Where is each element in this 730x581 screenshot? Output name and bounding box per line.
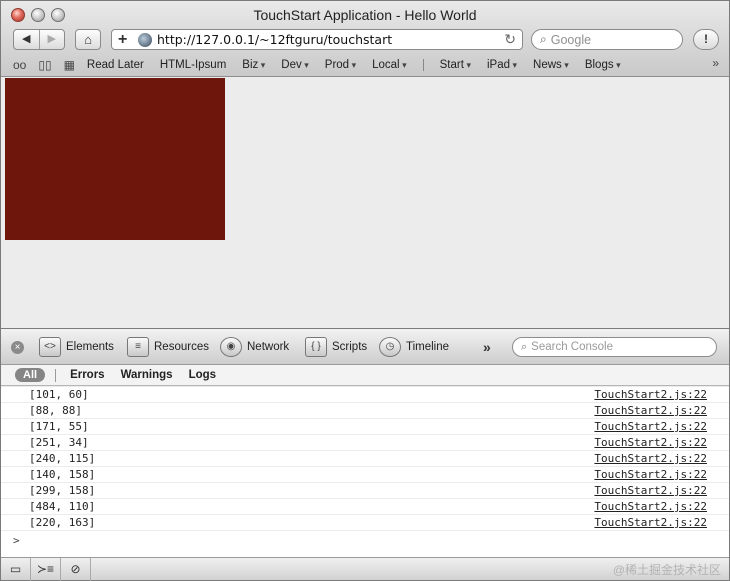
timeline-icon: ◷	[379, 337, 401, 357]
back-arrow-icon[interactable]: ◀	[14, 30, 39, 49]
console-source-link[interactable]: TouchStart2.js:22	[594, 420, 707, 433]
report-bug-button[interactable]: !	[693, 29, 719, 50]
plus-icon[interactable]: +	[118, 31, 138, 49]
bookmark-folder-news[interactable]: News	[533, 59, 569, 71]
tab-network-label: Network	[247, 341, 290, 353]
tab-resources-label: Resources	[154, 341, 209, 353]
console-row: [484, 110] TouchStart2.js:22	[1, 499, 729, 515]
tab-elements-label: Elements	[66, 341, 114, 353]
console-message: [240, 115]	[29, 452, 96, 465]
console-message: [101, 60]	[29, 388, 89, 401]
filter-all[interactable]: All	[15, 368, 46, 382]
console-row: [101, 60] TouchStart2.js:22	[1, 387, 729, 403]
top-sites-grid-icon[interactable]: ▦	[64, 58, 75, 72]
tab-timeline[interactable]: ◷ Timeline	[379, 335, 449, 359]
prompt-chevron-icon: >	[13, 533, 20, 547]
search-icon: ⌕	[521, 340, 528, 353]
tab-resources[interactable]: ≡ Resources	[127, 335, 209, 359]
inspector-status-bar: ▭ ≻≡ ⊘ @稀土掘金技术社区	[1, 557, 729, 581]
console-source-link[interactable]: TouchStart2.js:22	[594, 388, 707, 401]
console-message: [251, 34]	[29, 436, 89, 449]
bookmark-folder-start[interactable]: Start	[440, 59, 471, 71]
window-title: TouchStart Application - Hello World	[253, 7, 477, 23]
console-row: [171, 55] TouchStart2.js:22	[1, 419, 729, 435]
console-source-link[interactable]: TouchStart2.js:22	[594, 436, 707, 449]
bookmarks-divider	[422, 59, 424, 71]
console-row: [220, 163] TouchStart2.js:22	[1, 515, 729, 531]
console-search-placeholder: Search Console	[531, 341, 613, 353]
more-panels-icon[interactable]: »	[483, 339, 491, 355]
console-source-link[interactable]: TouchStart2.js:22	[594, 468, 707, 481]
reload-icon[interactable]: ↻	[504, 31, 516, 48]
address-bar[interactable]: + http://127.0.0.1/~12ftguru/touchstart …	[111, 29, 523, 50]
browser-toolbar: ◀ ▶ ⌂ + http://127.0.0.1/~12ftguru/touch…	[1, 29, 729, 53]
filter-errors[interactable]: Errors	[70, 369, 105, 381]
console-row: [88, 88] TouchStart2.js:22	[1, 403, 729, 419]
console-source-link[interactable]: TouchStart2.js:22	[594, 452, 707, 465]
close-inspector-icon[interactable]: ×	[11, 341, 24, 354]
bookmark-folder-blogs[interactable]: Blogs	[585, 59, 621, 71]
scope-divider	[55, 368, 57, 382]
tab-timeline-label: Timeline	[406, 341, 450, 353]
console-prompt[interactable]: >	[1, 531, 729, 549]
bookmark-folder-ipad[interactable]: iPad	[487, 59, 517, 71]
console-message: [220, 163]	[29, 516, 96, 529]
home-button[interactable]: ⌂	[75, 29, 101, 50]
bookmark-folder-dev[interactable]: Dev	[281, 59, 308, 71]
bookmark-html-ipsum[interactable]: HTML-Ipsum	[160, 59, 226, 71]
bookmark-folder-biz[interactable]: Biz	[242, 59, 265, 71]
inspector-toolbar: × <> Elements ≡ Resources ◉ Network { } …	[1, 328, 729, 365]
site-favicon-icon	[138, 32, 152, 47]
home-icon: ⌂	[84, 32, 92, 47]
alert-icon: !	[704, 32, 708, 46]
console-source-link[interactable]: TouchStart2.js:22	[594, 484, 707, 497]
console-row: [240, 115] TouchStart2.js:22	[1, 451, 729, 467]
resources-icon: ≡	[127, 337, 149, 357]
tab-scripts[interactable]: { } Scripts	[305, 335, 367, 359]
bookmark-read-later[interactable]: Read Later	[87, 59, 144, 71]
console-message: [88, 88]	[29, 404, 82, 417]
web-search-field[interactable]: ⌕ Google	[531, 29, 683, 50]
history-nav: ◀ ▶	[13, 29, 65, 50]
filter-logs[interactable]: Logs	[189, 369, 216, 381]
console-row: [251, 34] TouchStart2.js:22	[1, 435, 729, 451]
console-message: [484, 110]	[29, 500, 96, 513]
tab-network[interactable]: ◉ Network	[220, 335, 289, 359]
network-icon: ◉	[220, 337, 242, 357]
bookmark-folder-local[interactable]: Local	[372, 59, 407, 71]
console-message: [171, 55]	[29, 420, 89, 433]
console-message: [299, 158]	[29, 484, 96, 497]
bookmark-folder-prod[interactable]: Prod	[325, 59, 356, 71]
forward-arrow-icon[interactable]: ▶	[38, 30, 65, 49]
web-search-placeholder: Google	[550, 32, 592, 47]
browser-window: TouchStart Application - Hello World ◀ ▶…	[0, 0, 730, 581]
window-chrome: TouchStart Application - Hello World ◀ ▶…	[1, 1, 729, 77]
tab-scripts-label: Scripts	[332, 341, 368, 353]
bookmarks-overflow-icon[interactable]: »	[712, 56, 719, 70]
dock-toggle-icon[interactable]: ▭	[1, 557, 31, 581]
console-row: [140, 158] TouchStart2.js:22	[1, 467, 729, 483]
console-scope-bar: All Errors Warnings Logs	[1, 365, 729, 386]
scripts-icon: { }	[305, 337, 327, 357]
elements-icon: <>	[39, 337, 61, 357]
console-search-input[interactable]: ⌕ Search Console	[512, 337, 717, 357]
clear-console-icon[interactable]: ⊘	[61, 557, 91, 581]
page-viewport	[1, 77, 729, 328]
book-icon[interactable]: ▯▯	[38, 58, 51, 72]
watermark-text: @稀土掘金技术社区	[612, 563, 721, 577]
console-source-link[interactable]: TouchStart2.js:22	[594, 500, 707, 513]
url-text[interactable]: http://127.0.0.1/~12ftguru/touchstart	[157, 32, 504, 47]
console-output: [101, 60] TouchStart2.js:22 [88, 88] Tou…	[1, 387, 729, 557]
filter-warnings[interactable]: Warnings	[121, 369, 173, 381]
tab-elements[interactable]: <> Elements	[39, 335, 114, 359]
console-source-link[interactable]: TouchStart2.js:22	[594, 516, 707, 529]
console-message: [140, 158]	[29, 468, 96, 481]
bookmarks-bar: oo ▯▯ ▦ Read Later HTML-Ipsum Biz Dev Pr…	[1, 56, 729, 74]
reading-glasses-icon[interactable]: oo	[13, 58, 26, 72]
console-row: [299, 158] TouchStart2.js:22	[1, 483, 729, 499]
console-source-link[interactable]: TouchStart2.js:22	[594, 404, 707, 417]
search-icon: ⌕	[540, 32, 547, 46]
show-console-icon[interactable]: ≻≡	[31, 557, 61, 581]
touch-target-box[interactable]	[5, 78, 225, 240]
